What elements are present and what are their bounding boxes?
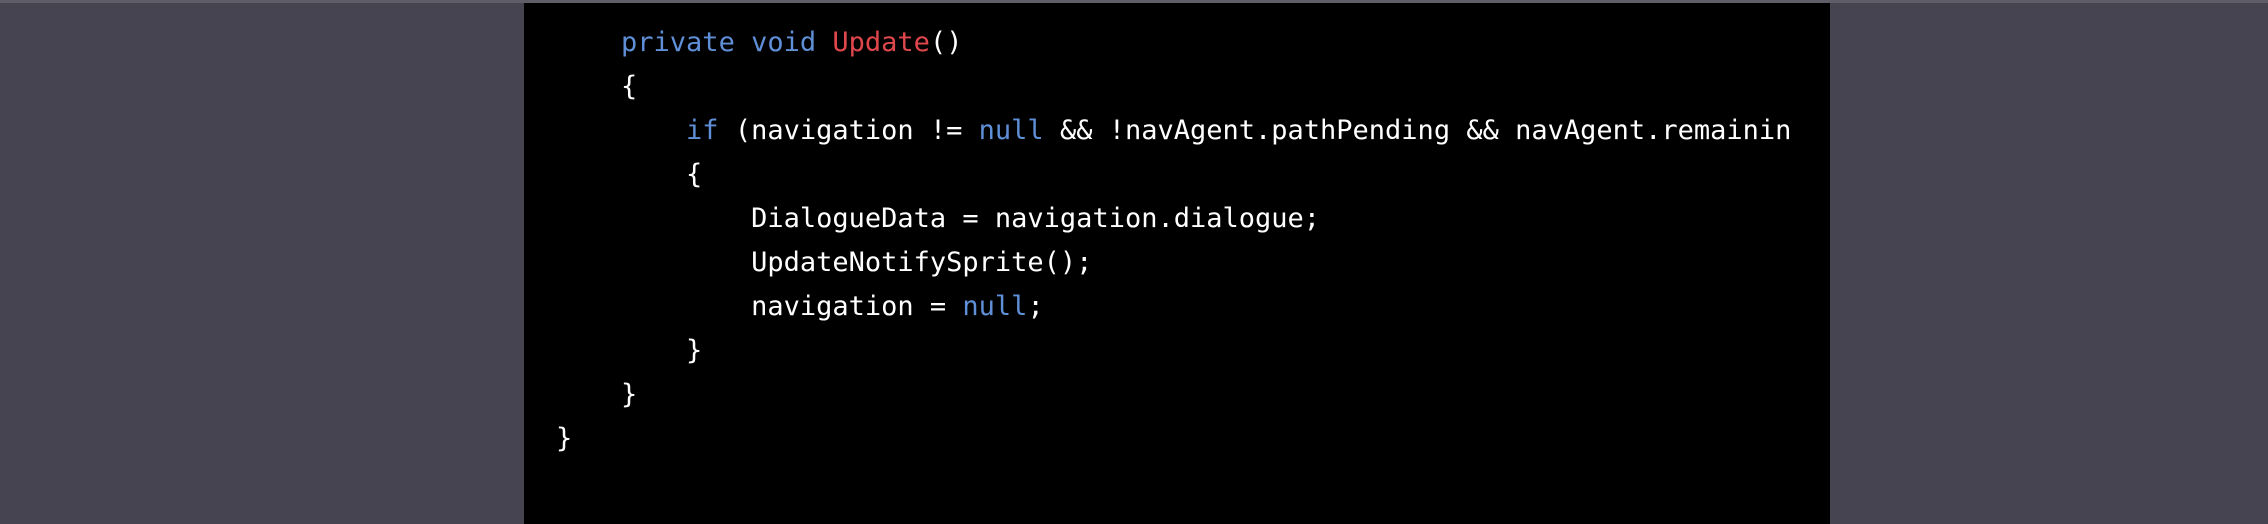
code-text: }: [621, 379, 638, 410]
code-text: navigation =: [751, 291, 963, 322]
code-text: UpdateNotifySprite();: [751, 247, 1093, 278]
code-keyword: null: [962, 291, 1028, 322]
code-text: }: [686, 335, 703, 366]
code-text: DialogueData = navigation.dialogue;: [751, 203, 1321, 234]
code-line: {: [556, 65, 637, 109]
code-line: {: [556, 153, 702, 197]
code-text: {: [686, 159, 703, 190]
code-line: }: [556, 373, 637, 417]
page: private void Update() { if (navigation !…: [0, 0, 2268, 524]
code-text: (navigation !=: [718, 115, 979, 146]
code-function-name: Update: [832, 27, 930, 58]
code-keyword: null: [978, 115, 1044, 146]
code-text: && !navAgent.pathPending && navAgent.rem…: [1043, 115, 1792, 146]
right-background-panel: [1830, 3, 2268, 524]
code-keyword: private: [621, 27, 735, 58]
code-text: {: [621, 71, 638, 102]
code-line: DialogueData = navigation.dialogue;: [556, 197, 1320, 241]
code-line: }: [556, 329, 702, 373]
code-line: if (navigation != null && !navAgent.path…: [556, 109, 1791, 153]
code-line: }: [556, 417, 572, 461]
code-line: private void Update(): [556, 21, 962, 65]
code-line: navigation = null;: [556, 285, 1044, 329]
code-keyword: void: [751, 27, 817, 58]
code-text: ;: [1027, 291, 1044, 322]
left-background-panel: [0, 3, 524, 524]
code-keyword: if: [686, 115, 719, 146]
code-block[interactable]: private void Update() { if (navigation !…: [524, 3, 1830, 524]
code-text: (): [929, 27, 963, 58]
code-text: }: [556, 423, 573, 454]
code-line: UpdateNotifySprite();: [556, 241, 1092, 285]
